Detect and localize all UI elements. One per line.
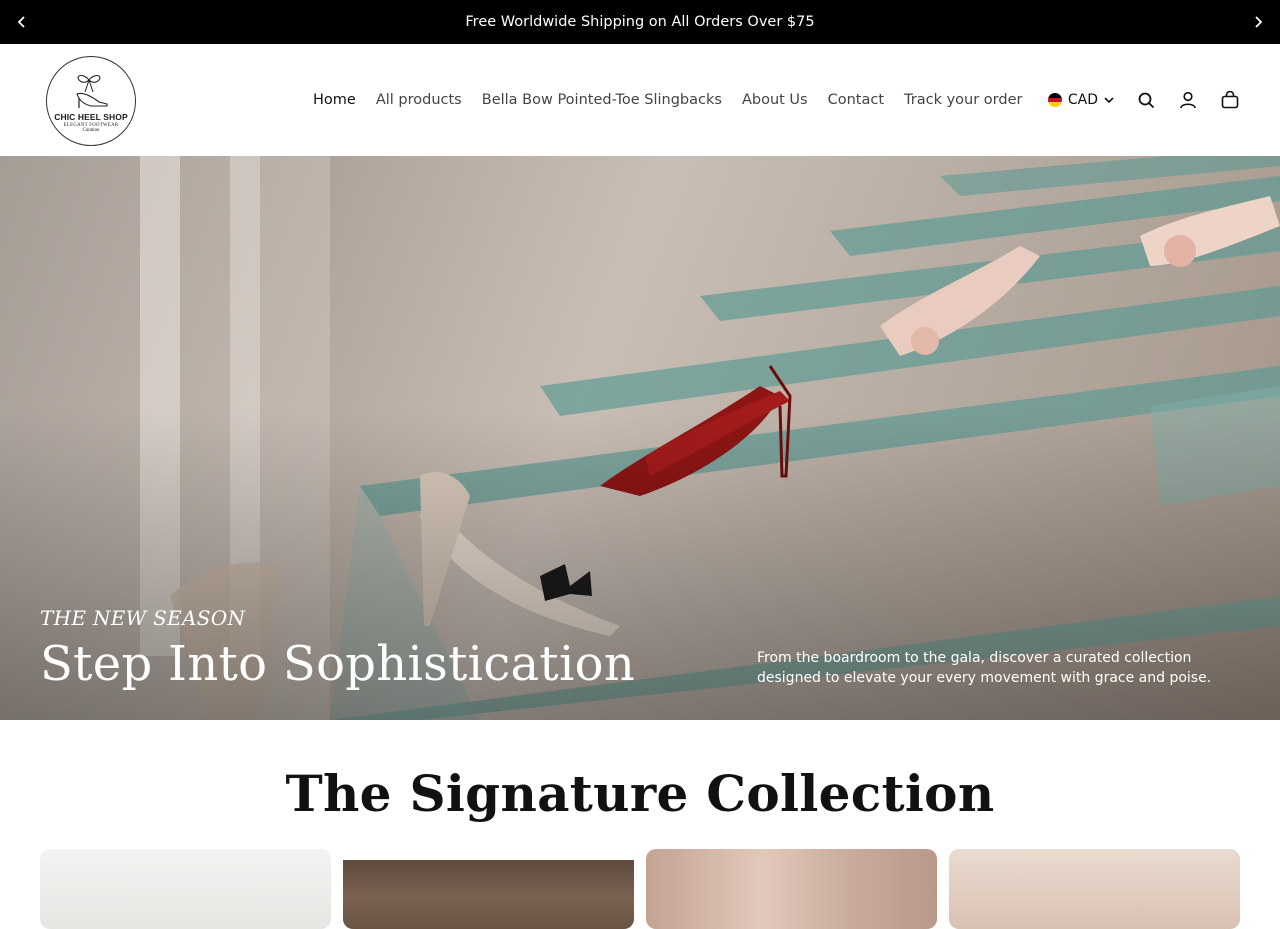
site-header: CHIC HEEL SHOP ELEGANT FOOTWEAR Curation… [0, 44, 1280, 156]
currency-selector[interactable]: CAD [1047, 92, 1114, 108]
chevron-right-icon [1255, 16, 1263, 28]
hero-description: From the boardroom to the gala, discover… [757, 650, 1212, 686]
product-grid [40, 849, 1240, 929]
main-nav: Home All products Bella Bow Pointed-Toe … [303, 44, 1032, 156]
account-button[interactable] [1178, 90, 1198, 110]
nav-item-bella-bow-slingbacks[interactable]: Bella Bow Pointed-Toe Slingbacks [472, 92, 732, 108]
nav-item-all-products[interactable]: All products [366, 92, 472, 108]
product-card[interactable] [343, 849, 634, 929]
logo-tagline-2: Curation [82, 127, 100, 133]
announcement-text: Free Worldwide Shipping on All Orders Ov… [465, 14, 815, 30]
header-tools: CAD [1047, 44, 1240, 156]
hero-headline: Step Into Sophistication [40, 636, 636, 692]
hero-eyebrow: THE NEW SEASON [40, 606, 246, 630]
search-button[interactable] [1136, 90, 1156, 110]
site-logo[interactable]: CHIC HEEL SHOP ELEGANT FOOTWEAR Curation [46, 56, 136, 146]
nav-item-about-us[interactable]: About Us [732, 92, 818, 108]
hero-banner: THE NEW SEASON Step Into Sophistication … [0, 156, 1280, 720]
collection-title: The Signature Collection [285, 764, 995, 823]
announcement-next-button[interactable] [1236, 0, 1280, 44]
announcement-bar: Free Worldwide Shipping on All Orders Ov… [0, 0, 1280, 44]
heel-bow-icon [76, 74, 108, 108]
nav-item-contact[interactable]: Contact [818, 92, 894, 108]
product-card[interactable] [40, 849, 331, 929]
product-card[interactable] [949, 849, 1240, 929]
cart-button[interactable] [1220, 90, 1240, 110]
product-card[interactable] [646, 849, 937, 929]
chevron-left-icon [17, 16, 25, 28]
account-icon [1180, 91, 1196, 109]
flag-icon [1047, 93, 1062, 107]
logo-brand-name: CHIC HEEL SHOP [54, 111, 128, 122]
cart-icon [1221, 91, 1239, 109]
nav-item-track-order[interactable]: Track your order [894, 92, 1032, 108]
chevron-down-icon [1104, 97, 1114, 104]
currency-label: CAD [1067, 92, 1098, 108]
search-icon [1138, 92, 1154, 108]
announcement-prev-button[interactable] [0, 0, 44, 44]
nav-item-home[interactable]: Home [303, 92, 366, 108]
